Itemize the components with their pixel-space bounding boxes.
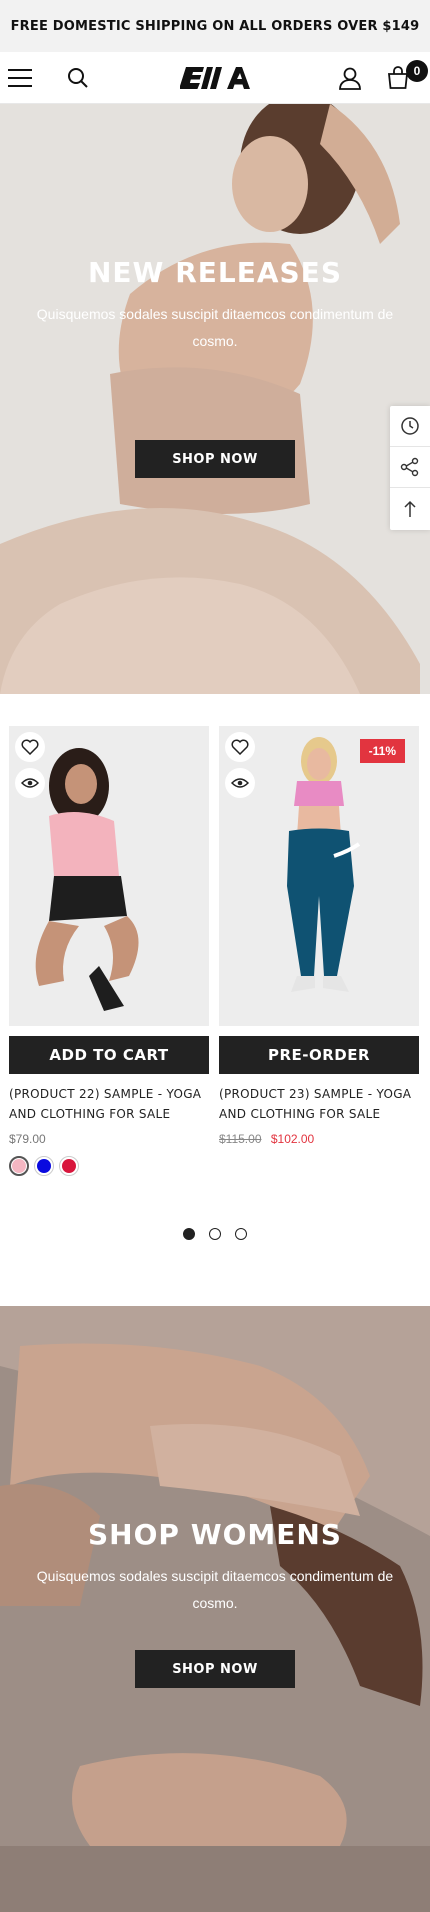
hero-title: SHOP WOMENS [88, 1518, 342, 1551]
shop-now-button[interactable]: SHOP NOW [135, 440, 295, 478]
hero-text: Quisquemos sodales suscipit ditaemcos co… [36, 306, 394, 349]
product-card[interactable]: ADD TO CART (PRODUCT 22) SAMPLE - YOGA A… [9, 726, 209, 1176]
product-card[interactable]: -11% PRE-ORDER (PRODUCT 23) SAMPLE - YOG… [219, 726, 419, 1146]
product-title[interactable]: (PRODUCT 22) SAMPLE - YOGA AND CLOTHING … [9, 1084, 209, 1124]
product-price: $115.00 $102.00 [219, 1132, 419, 1146]
carousel-dot[interactable] [209, 1228, 221, 1240]
add-to-cart-button[interactable]: ADD TO CART [9, 1036, 209, 1074]
hero-shop-womens: SHOP WOMENS Quisquemos sodales suscipit … [0, 1306, 430, 1912]
site-header [0, 52, 430, 104]
product-image[interactable] [9, 726, 209, 1026]
back-to-top-icon[interactable] [390, 488, 430, 529]
announcement-text: FREE DOMESTIC SHIPPING ON ALL ORDERS OVE… [10, 18, 420, 34]
product-price: $79.00 [9, 1132, 46, 1146]
floating-toolbar [390, 406, 430, 530]
color-swatches [9, 1156, 209, 1176]
swatch-pink[interactable] [9, 1156, 29, 1176]
menu-icon[interactable] [6, 64, 34, 92]
hero-text: Quisquemos sodales suscipit ditaemcos co… [36, 1568, 394, 1611]
site-logo[interactable] [179, 65, 252, 91]
carousel-dot[interactable] [235, 1228, 247, 1240]
carousel-pagination [0, 1228, 430, 1240]
pre-order-button[interactable]: PRE-ORDER [219, 1036, 419, 1074]
wishlist-heart-icon[interactable] [15, 732, 45, 762]
hero-model-image [0, 104, 430, 694]
discount-badge: -11% [359, 739, 405, 763]
hero-new-releases: NEW RELEASES Quisquemos sodales suscipit… [0, 104, 430, 694]
cart-count-badge: 0 [406, 60, 428, 82]
share-icon[interactable] [390, 447, 430, 488]
sale-price: $102.00 [270, 1132, 315, 1146]
quick-view-eye-icon[interactable] [15, 768, 45, 798]
announcement-bar: FREE DOMESTIC SHIPPING ON ALL ORDERS OVE… [0, 0, 430, 52]
product-image[interactable]: -11% [219, 726, 419, 1026]
carousel-dot[interactable] [183, 1228, 195, 1240]
swatch-blue[interactable] [34, 1156, 54, 1176]
search-icon[interactable] [64, 64, 92, 92]
hero-title: NEW RELEASES [88, 256, 342, 289]
quick-view-eye-icon[interactable] [225, 768, 255, 798]
swatch-red[interactable] [59, 1156, 79, 1176]
original-price: $115.00 [219, 1132, 262, 1146]
shop-now-button[interactable]: SHOP NOW [135, 1650, 295, 1688]
recently-viewed-icon[interactable] [390, 406, 430, 447]
wishlist-heart-icon[interactable] [225, 732, 255, 762]
account-icon[interactable] [336, 64, 364, 92]
product-title[interactable]: (PRODUCT 23) SAMPLE - YOGA AND CLOTHING … [219, 1084, 419, 1124]
